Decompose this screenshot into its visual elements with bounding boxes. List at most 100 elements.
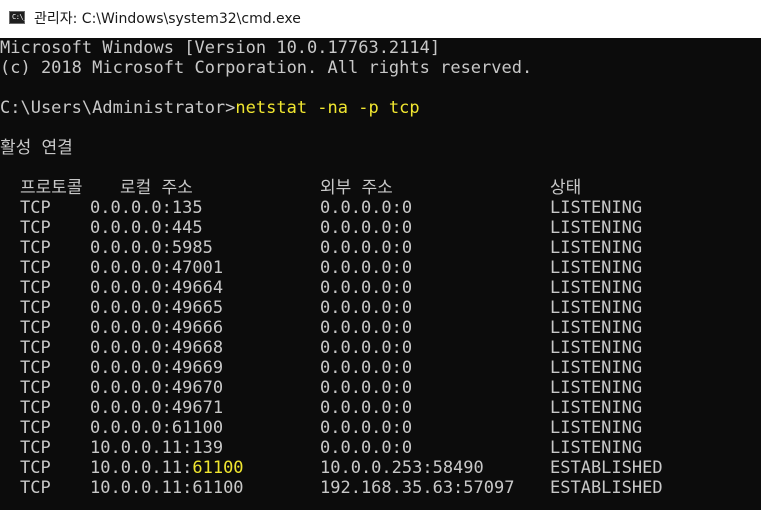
row-state: LISTENING [550, 418, 643, 438]
row-state: LISTENING [550, 438, 643, 458]
row-remote-address: 0.0.0.0:0 [320, 378, 413, 398]
row-local-host: 0.0.0.0: [90, 398, 172, 418]
row-state: LISTENING [550, 318, 643, 338]
table-row: TCP 0.0.0.0:49664 0.0.0.0:0 LISTENING [0, 278, 761, 298]
row-state: LISTENING [550, 298, 643, 318]
row-proto: TCP [20, 278, 51, 298]
row-state: LISTENING [550, 238, 643, 258]
row-local-address: 0.0.0.0:61100 [90, 418, 223, 438]
row-local-host: 0.0.0.0: [90, 318, 172, 338]
row-local-port: 49670 [171, 378, 224, 398]
row-local-port: 49665 [171, 298, 224, 318]
row-local-host: 10.0.0.11: [90, 478, 193, 498]
table-header: 프로토콜 로컬 주소 외부 주소 상태 [0, 178, 761, 198]
row-local-port: 47001 [171, 258, 224, 278]
header-state: 상태 [550, 178, 582, 198]
row-local-address: 0.0.0.0:47001 [90, 258, 223, 278]
row-local-address: 10.0.0.11:139 [90, 438, 223, 458]
row-remote-address: 0.0.0.0:0 [320, 218, 413, 238]
row-local-address: 0.0.0.0:49666 [90, 318, 223, 338]
header-local: 로컬 주소 [120, 178, 193, 198]
row-local-port: 61100 [171, 418, 224, 438]
row-state: LISTENING [550, 278, 643, 298]
row-remote-address: 0.0.0.0:0 [320, 278, 413, 298]
row-local-host: 0.0.0.0: [90, 358, 172, 378]
row-proto: TCP [20, 478, 51, 498]
row-local-host: 0.0.0.0: [90, 378, 172, 398]
row-local-port: 49664 [171, 278, 224, 298]
row-local-host: 0.0.0.0: [90, 218, 172, 238]
row-local-address: 0.0.0.0:49669 [90, 358, 223, 378]
table-row: TCP 10.0.0.11:139 0.0.0.0:0 LISTENING [0, 438, 761, 458]
row-state: ESTABLISHED [550, 478, 663, 498]
row-state: LISTENING [550, 398, 643, 418]
row-remote-address: 0.0.0.0:0 [320, 358, 413, 378]
row-local-port: 49668 [171, 338, 224, 358]
row-local-port: 49671 [171, 398, 224, 418]
row-proto: TCP [20, 378, 51, 398]
table-row: TCP 0.0.0.0:49668 0.0.0.0:0 LISTENING [0, 338, 761, 358]
row-local-address: 0.0.0.0:135 [90, 198, 203, 218]
window-title: 관리자: C:\Windows\system32\cmd.exe [34, 11, 301, 27]
row-state: LISTENING [550, 378, 643, 398]
table-row: TCP 0.0.0.0:61100 0.0.0.0:0 LISTENING [0, 418, 761, 438]
table-row: TCP 0.0.0.0:5985 0.0.0.0:0 LISTENING [0, 238, 761, 258]
console-output[interactable]: Microsoft Windows [Version 10.0.17763.21… [0, 38, 761, 510]
table-row: TCP 0.0.0.0:49669 0.0.0.0:0 LISTENING [0, 358, 761, 378]
prompt-line: C:\Users\Administrator>netstat -na -p tc… [0, 98, 420, 118]
row-state: LISTENING [550, 358, 643, 378]
table-row: TCP 0.0.0.0:49665 0.0.0.0:0 LISTENING [0, 298, 761, 318]
row-proto: TCP [20, 258, 51, 278]
row-proto: TCP [20, 218, 51, 238]
table-row: TCP 10.0.0.11:61100 192.168.35.63:57097 EST… [0, 478, 761, 498]
row-remote-address: 10.0.0.253:58490 [320, 458, 484, 478]
row-proto: TCP [20, 318, 51, 338]
table-row: TCP 0.0.0.0:49666 0.0.0.0:0 LISTENING [0, 318, 761, 338]
row-remote-address: 0.0.0.0:0 [320, 298, 413, 318]
cmd-icon: C:\_ [9, 11, 27, 24]
row-remote-address: 0.0.0.0:0 [320, 238, 413, 258]
command-text: netstat -na -p tcp [235, 98, 420, 118]
row-local-port: 445 [171, 218, 203, 238]
row-state: LISTENING [550, 198, 643, 218]
row-remote-address: 0.0.0.0:0 [320, 258, 413, 278]
row-local-port: 61100 [192, 478, 244, 498]
row-local-address: 0.0.0.0:49671 [90, 398, 223, 418]
banner-line: Microsoft Windows [Version 10.0.17763.21… [0, 38, 441, 58]
row-proto: TCP [20, 398, 51, 418]
row-proto: TCP [20, 338, 51, 358]
row-local-host: 0.0.0.0: [90, 278, 172, 298]
row-proto: TCP [20, 198, 51, 218]
row-local-host: 0.0.0.0: [90, 338, 172, 358]
table-row: TCP 0.0.0.0:445 0.0.0.0:0 LISTENING [0, 218, 761, 238]
row-local-port: 139 [192, 438, 224, 458]
row-local-address: 0.0.0.0:445 [90, 218, 203, 238]
window-titlebar[interactable]: C:\_ 관리자: C:\Windows\system32\cmd.exe [0, 0, 761, 38]
section-title: 활성 연결 [0, 138, 73, 158]
row-local-host: 0.0.0.0: [90, 298, 172, 318]
row-local-port: 49666 [171, 318, 224, 338]
row-proto: TCP [20, 298, 51, 318]
row-remote-address: 0.0.0.0:0 [320, 418, 413, 438]
row-state: LISTENING [550, 258, 643, 278]
prompt-path: C:\Users\Administrator> [0, 98, 236, 118]
row-proto: TCP [20, 438, 51, 458]
header-remote: 외부 주소 [320, 178, 393, 198]
row-local-host: 0.0.0.0: [90, 258, 172, 278]
row-state: LISTENING [550, 338, 643, 358]
row-local-host: 10.0.0.11: [90, 458, 193, 478]
table-row: TCP 0.0.0.0:49671 0.0.0.0:0 LISTENING [0, 398, 761, 418]
row-state: ESTABLISHED [550, 458, 663, 478]
row-local-port: 5985 [171, 238, 213, 258]
table-row: TCP 0.0.0.0:135 0.0.0.0:0 LISTENING [0, 198, 761, 218]
row-proto: TCP [20, 358, 51, 378]
row-remote-address: 0.0.0.0:0 [320, 198, 413, 218]
row-local-address: 0.0.0.0:49664 [90, 278, 223, 298]
copyright-line: (c) 2018 Microsoft Corporation. All righ… [0, 58, 533, 78]
row-local-address: 0.0.0.0:49668 [90, 338, 223, 358]
row-local-address: 0.0.0.0:49670 [90, 378, 223, 398]
table-row: TCP 10.0.0.11:61100 10.0.0.253:58490 ESTABL… [0, 458, 761, 478]
row-local-port: 61100 [192, 458, 244, 478]
row-state: LISTENING [550, 218, 643, 238]
table-row: TCP 0.0.0.0:49670 0.0.0.0:0 LISTENING [0, 378, 761, 398]
